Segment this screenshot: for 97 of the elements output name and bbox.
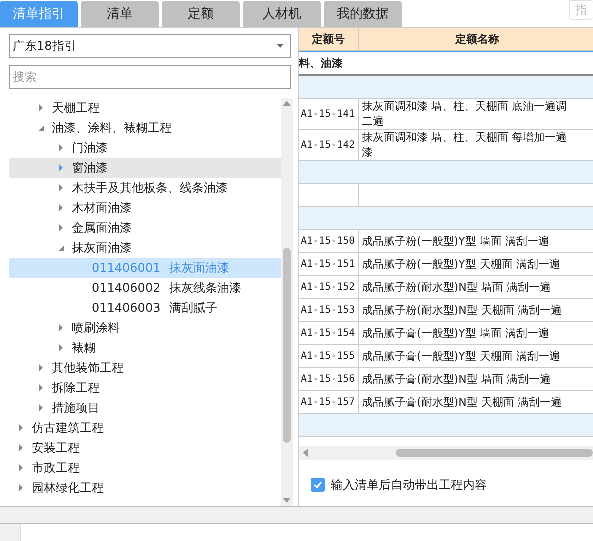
expanded-triangle-icon[interactable] <box>58 244 64 252</box>
tree-item-label: 油漆、涂料、裱糊工程 <box>52 120 172 136</box>
collapsed-triangle-icon[interactable] <box>58 204 64 212</box>
tree-item-label: 抹灰面油漆 <box>72 240 132 256</box>
tab[interactable]: 定额 <box>162 1 240 27</box>
checkbox-label: 输入清单后自动带出工程内容 <box>331 476 487 494</box>
tree-item[interactable]: 裱糊 <box>9 338 281 358</box>
table-cell: A1-15-142 <box>299 130 359 160</box>
collapsed-triangle-icon[interactable] <box>38 384 44 392</box>
tab[interactable]: 我的数据 <box>324 1 402 27</box>
horizontal-scrollbar[interactable] <box>299 446 593 460</box>
checkbox[interactable] <box>311 478 325 492</box>
table-cell-text: 成品腻子粉(耐水型)N型 天棚面 满刮一遍 <box>361 302 563 318</box>
tab[interactable]: 人材机 <box>243 1 321 27</box>
tree-item-label: 满刮腻子 <box>170 300 218 316</box>
table-cell: A1-15-151 <box>299 253 359 275</box>
tree-item[interactable]: 木材面油漆 <box>9 198 281 218</box>
tab[interactable]: 清单 <box>81 1 159 27</box>
tree-item-label: 抹灰面油漆 <box>170 260 230 276</box>
tree-item-label: 木材面油漆 <box>72 200 132 216</box>
table-cell-text: 抹灰面调和漆 墙、柱、天棚面 每增加一遍 漆 <box>361 130 568 160</box>
table-cell: A1-15-156 <box>299 368 359 390</box>
expanded-triangle-icon[interactable] <box>38 124 44 132</box>
table-cell-text: 成品腻子膏(耐水型)N型 墙面 满刮一遍 <box>361 372 552 388</box>
collapsed-triangle-icon[interactable] <box>38 104 44 112</box>
table-cell-text: 成品腻子膏(耐水型)N型 天棚面 满刮一遍 <box>361 394 563 410</box>
tree-item[interactable]: 仿古建筑工程 <box>9 418 281 438</box>
tree-item[interactable]: 天棚工程 <box>9 98 281 118</box>
table-cell-text: 抹灰面调和漆 墙、柱、天棚面 底油一遍调 二遍 <box>361 99 568 129</box>
tree-item[interactable]: 园林绿化工程 <box>9 478 281 498</box>
tree-item-label: 木扶手及其他板条、线条油漆 <box>72 180 228 196</box>
tree-item[interactable]: 拆除工程 <box>9 378 281 398</box>
tree-item[interactable]: 油漆、涂料、裱糊工程 <box>9 118 281 138</box>
tree-item-label: 喷刷涂料 <box>72 320 120 336</box>
vertical-scrollbar[interactable] <box>281 98 293 506</box>
table-cell-text: 成品腻子粉(一般型)Y型 墙面 满刮一遍 <box>361 234 550 250</box>
tree-item[interactable]: 木扶手及其他板条、线条油漆 <box>9 178 281 198</box>
tree-item-code: 011406002 <box>92 281 161 295</box>
column-header[interactable]: 定额号 <box>299 28 359 50</box>
tree-item-label: 安装工程 <box>32 440 80 456</box>
tree-item[interactable]: 窗油漆 <box>9 158 281 178</box>
collapsed-triangle-icon[interactable] <box>58 184 64 192</box>
tree-item-label: 裱糊 <box>72 340 96 356</box>
table-cell: A1-15-155 <box>299 345 359 367</box>
tree-item[interactable]: 抹灰面油漆 <box>9 238 281 258</box>
collapsed-triangle-icon[interactable] <box>58 324 64 332</box>
collapsed-triangle-icon[interactable] <box>38 364 44 372</box>
collapsed-triangle-icon[interactable] <box>58 144 64 152</box>
table-cell: A1-15-157 <box>299 391 359 413</box>
table-cell-text: 成品腻子粉(耐水型)N型 墙面 满刮一遍 <box>361 280 552 296</box>
search-field[interactable]: 搜索 <box>9 65 291 89</box>
collapsed-triangle-icon[interactable] <box>58 164 64 172</box>
tree-item[interactable]: 门油漆 <box>9 138 281 158</box>
tree-item-label: 其他装饰工程 <box>52 360 124 376</box>
table-cell: A1-15-141 <box>299 99 359 129</box>
tree-item-label: 抹灰线条油漆 <box>170 280 242 296</box>
table-cell-text: 成品腻子膏(一般型)Y型 墙面 满刮一遍 <box>361 326 550 342</box>
table-cell: A1-15-154 <box>299 322 359 344</box>
tree-item-label: 窗油漆 <box>72 160 108 176</box>
collapsed-triangle-icon[interactable] <box>18 484 24 492</box>
tree-item-label: 措施项目 <box>52 400 100 416</box>
tree-item-label: 天棚工程 <box>52 100 100 116</box>
caret-icon <box>277 44 284 48</box>
table-cell: A1-15-152 <box>299 276 359 298</box>
column-header[interactable]: 定额名称 <box>359 28 593 50</box>
collapsed-triangle-icon[interactable] <box>58 344 64 352</box>
scroll-left-arrow-icon[interactable] <box>303 449 308 457</box>
dropdown[interactable]: 广东18指引 <box>9 34 291 58</box>
collapsed-triangle-icon[interactable] <box>18 444 24 452</box>
tree-item[interactable]: 011406003 满刮腻子 <box>9 298 281 318</box>
tree-item-label: 金属面油漆 <box>72 220 132 236</box>
tree-item[interactable]: 011406002 抹灰线条油漆 <box>9 278 281 298</box>
side-strip <box>0 524 21 541</box>
collapsed-triangle-icon[interactable] <box>58 224 64 232</box>
tree-item[interactable]: 安装工程 <box>9 438 281 458</box>
table-cell-text: 成品腻子粉(一般型)Y型 天棚面 满刮一遍 <box>361 256 562 272</box>
tree-item-code: 011406001 <box>92 261 161 275</box>
tree-item[interactable]: 措施项目 <box>9 398 281 418</box>
tree-item[interactable]: 其他装饰工程 <box>9 358 281 378</box>
table-cell-text: 成品腻子膏(一般型)Y型 天棚面 满刮一遍 <box>361 348 562 364</box>
collapsed-triangle-icon[interactable] <box>18 424 24 432</box>
scroll-down-arrow-icon[interactable] <box>283 498 291 503</box>
table-cell: A1-15-153 <box>299 299 359 321</box>
tree-item[interactable]: 喷刷涂料 <box>9 318 281 338</box>
tree-item-label: 门油漆 <box>72 140 108 156</box>
tree-item-label: 市政工程 <box>32 460 80 476</box>
collapsed-triangle-icon[interactable] <box>38 404 44 412</box>
tree-item[interactable]: 市政工程 <box>9 458 281 478</box>
table-cell: A1-15-150 <box>299 230 359 252</box>
checkmark-icon <box>312 479 324 491</box>
tree-item-label: 仿古建筑工程 <box>32 420 104 436</box>
tree-item-label: 拆除工程 <box>52 380 100 396</box>
tree-item[interactable]: 金属面油漆 <box>9 218 281 238</box>
tree-item-label: 园林绿化工程 <box>32 480 104 496</box>
collapsed-triangle-icon[interactable] <box>18 464 24 472</box>
scroll-up-arrow-icon[interactable] <box>283 101 291 106</box>
tree-item-code: 011406003 <box>92 301 161 315</box>
